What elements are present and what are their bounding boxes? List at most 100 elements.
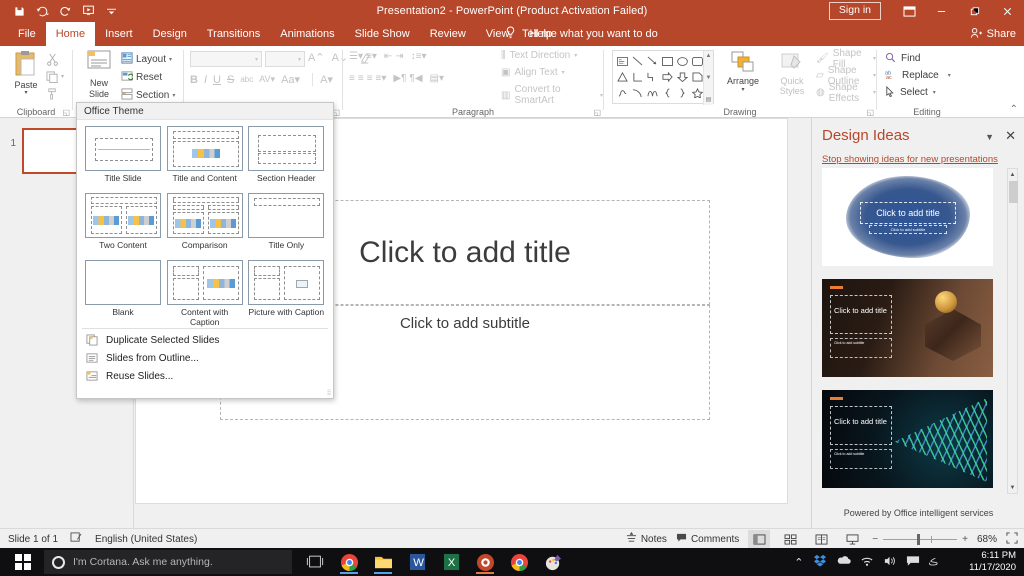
spell-check-icon[interactable] [70, 532, 83, 546]
customize-qat-icon[interactable] [100, 1, 122, 21]
section-chevron-icon[interactable]: ▾ [172, 92, 175, 99]
zoom-track[interactable] [883, 533, 958, 545]
layout-two-content[interactable]: Two Content [85, 193, 161, 258]
layout-blank[interactable]: Blank [85, 260, 161, 325]
shape-left-brace-icon[interactable] [660, 85, 675, 101]
shapes-gallery-scrollbar[interactable]: ▲ ▼ ▤ [703, 51, 713, 105]
shape-textbox-icon[interactable] [615, 53, 630, 69]
text-shadow-button[interactable]: abc [240, 75, 253, 84]
underline-button[interactable]: U [213, 74, 221, 86]
shapes-scroll-down-icon[interactable]: ▼ [706, 75, 712, 81]
bullets-button[interactable]: ☰▾ [349, 51, 363, 62]
layout-title-only[interactable]: Title Only [248, 193, 325, 258]
share-button[interactable]: Share [970, 22, 1016, 46]
columns-button[interactable]: ▤▾ [430, 73, 444, 84]
layout-title-slide[interactable]: Title Slide [85, 126, 161, 191]
find-button[interactable]: Find [885, 50, 951, 67]
shape-oval-icon[interactable] [675, 53, 690, 69]
volume-icon[interactable] [883, 555, 897, 570]
action-center-icon[interactable] [906, 555, 920, 570]
shape-scribble-icon[interactable] [615, 85, 630, 101]
arrange-button[interactable]: Arrange ▾ [719, 50, 767, 93]
font-size-input[interactable]: ▾ [265, 51, 305, 67]
save-icon[interactable] [8, 1, 30, 21]
redo-icon[interactable] [54, 1, 76, 21]
powerpoint-icon[interactable] [470, 550, 500, 574]
tab-review[interactable]: Review [420, 22, 476, 46]
language-label[interactable]: English (United States) [95, 534, 197, 545]
clipboard-dialog-launcher[interactable]: ◱ [62, 108, 70, 117]
justify-button[interactable]: ≡▾ [376, 73, 387, 84]
paint3d-icon[interactable] [538, 550, 568, 574]
chrome-icon[interactable] [334, 550, 364, 574]
align-right-button[interactable]: ≡ [367, 73, 373, 84]
view-normal-button[interactable] [748, 530, 771, 548]
align-center-button[interactable]: ≡ [358, 73, 364, 84]
collapse-ribbon-button[interactable]: ⌃ [1010, 104, 1018, 115]
tab-animations[interactable]: Animations [270, 22, 344, 46]
language-indicator[interactable]: ڪ [929, 557, 938, 568]
start-from-beginning-icon[interactable] [77, 1, 99, 21]
copy-icon[interactable]: ▾ [46, 68, 72, 85]
shapes-gallery[interactable]: ▲ ▼ ▤ [612, 50, 714, 105]
tab-slide-show[interactable]: Slide Show [345, 22, 420, 46]
dropbox-icon[interactable] [813, 554, 827, 570]
file-explorer-icon[interactable] [368, 550, 398, 574]
duplicate-selected-slides-item[interactable]: Duplicate Selected Slides [77, 331, 333, 349]
shape-triangle-icon[interactable] [615, 69, 630, 85]
onedrive-icon[interactable] [836, 555, 851, 569]
fit-to-window-icon[interactable] [1006, 531, 1018, 547]
layout-chevron-icon[interactable]: ▾ [169, 56, 172, 63]
zoom-in-button[interactable]: + [962, 534, 968, 545]
layout-picture-with-caption[interactable]: Picture with Caption [248, 260, 325, 325]
character-spacing-button[interactable]: AV▾ [259, 74, 275, 85]
design-ideas-close-icon[interactable]: ✕ [1005, 128, 1016, 144]
design-ideas-menu-chevron-icon[interactable]: ▼ [985, 132, 994, 142]
word-icon[interactable]: W [402, 550, 432, 574]
slide-count-label[interactable]: Slide 1 of 1 [8, 534, 58, 545]
design-ideas-scroll-down-icon[interactable]: ▼ [1008, 482, 1017, 493]
design-ideas-scroll-up-icon[interactable]: ▲ [1008, 169, 1017, 180]
font-name-input[interactable]: ▾ [190, 51, 262, 67]
increase-indent-button[interactable]: ⇥ [395, 51, 403, 62]
select-button[interactable]: Select ▾ [885, 84, 951, 101]
zoom-handle[interactable] [917, 533, 921, 545]
design-ideas-scrollbar[interactable]: ▲ ▼ [1007, 168, 1018, 494]
shape-effects-button[interactable]: ◍ Shape Effects ▾ [816, 82, 876, 104]
tab-insert[interactable]: Insert [95, 22, 143, 46]
bold-button[interactable]: B [190, 74, 198, 86]
font-color-button[interactable]: A▾ [312, 73, 333, 86]
ribbon-display-options-icon[interactable] [893, 0, 925, 22]
tab-file[interactable]: File [8, 22, 46, 46]
tab-design[interactable]: Design [143, 22, 197, 46]
align-text-button[interactable]: ▣ Align Text ▾ [501, 67, 565, 78]
layout-section-header[interactable]: Section Header [248, 126, 325, 191]
chrome2-icon[interactable] [504, 550, 534, 574]
shape-arc-icon[interactable] [630, 85, 645, 101]
reuse-slides-item[interactable]: Reuse Slides... [77, 367, 333, 385]
shape-right-angle-icon[interactable] [630, 69, 645, 85]
layout-button[interactable]: Layout ▾ [121, 50, 181, 68]
view-slide-sorter-button[interactable] [779, 530, 801, 548]
excel-icon[interactable]: X [436, 550, 466, 574]
design-idea-card-1[interactable]: Click to add title Click to add subtitle [822, 168, 993, 266]
text-direction-button[interactable]: ⫼ Text Direction ▾ [501, 50, 577, 61]
tell-me-search[interactable]: Tell me what you want to do [505, 22, 658, 46]
paragraph-dialog-launcher[interactable]: ◱ [593, 108, 601, 117]
shape-rectangle-icon[interactable] [660, 53, 675, 69]
replace-button[interactable]: ab ac Replace ▾ [885, 67, 951, 84]
design-idea-card-2[interactable]: Click to add title Click to add subtitle [822, 279, 993, 377]
new-slide-button[interactable]: New Slide [79, 49, 119, 100]
undo-icon[interactable] [31, 1, 53, 21]
tab-home[interactable]: Home [45, 22, 96, 46]
design-ideas-scroll-thumb[interactable] [1009, 181, 1018, 203]
reset-button[interactable]: Reset [121, 68, 181, 86]
shape-curve-icon[interactable] [645, 85, 660, 101]
wifi-icon[interactable] [860, 555, 874, 570]
cut-icon[interactable] [46, 51, 72, 68]
maximize-button[interactable] [958, 0, 991, 22]
ltr-text-direction-button[interactable]: ▶¶ [393, 73, 406, 84]
arrange-chevron-icon[interactable]: ▾ [719, 86, 767, 93]
zoom-level-label[interactable]: 68% [977, 534, 997, 545]
quick-styles-button[interactable]: Quick Styles [770, 50, 814, 96]
